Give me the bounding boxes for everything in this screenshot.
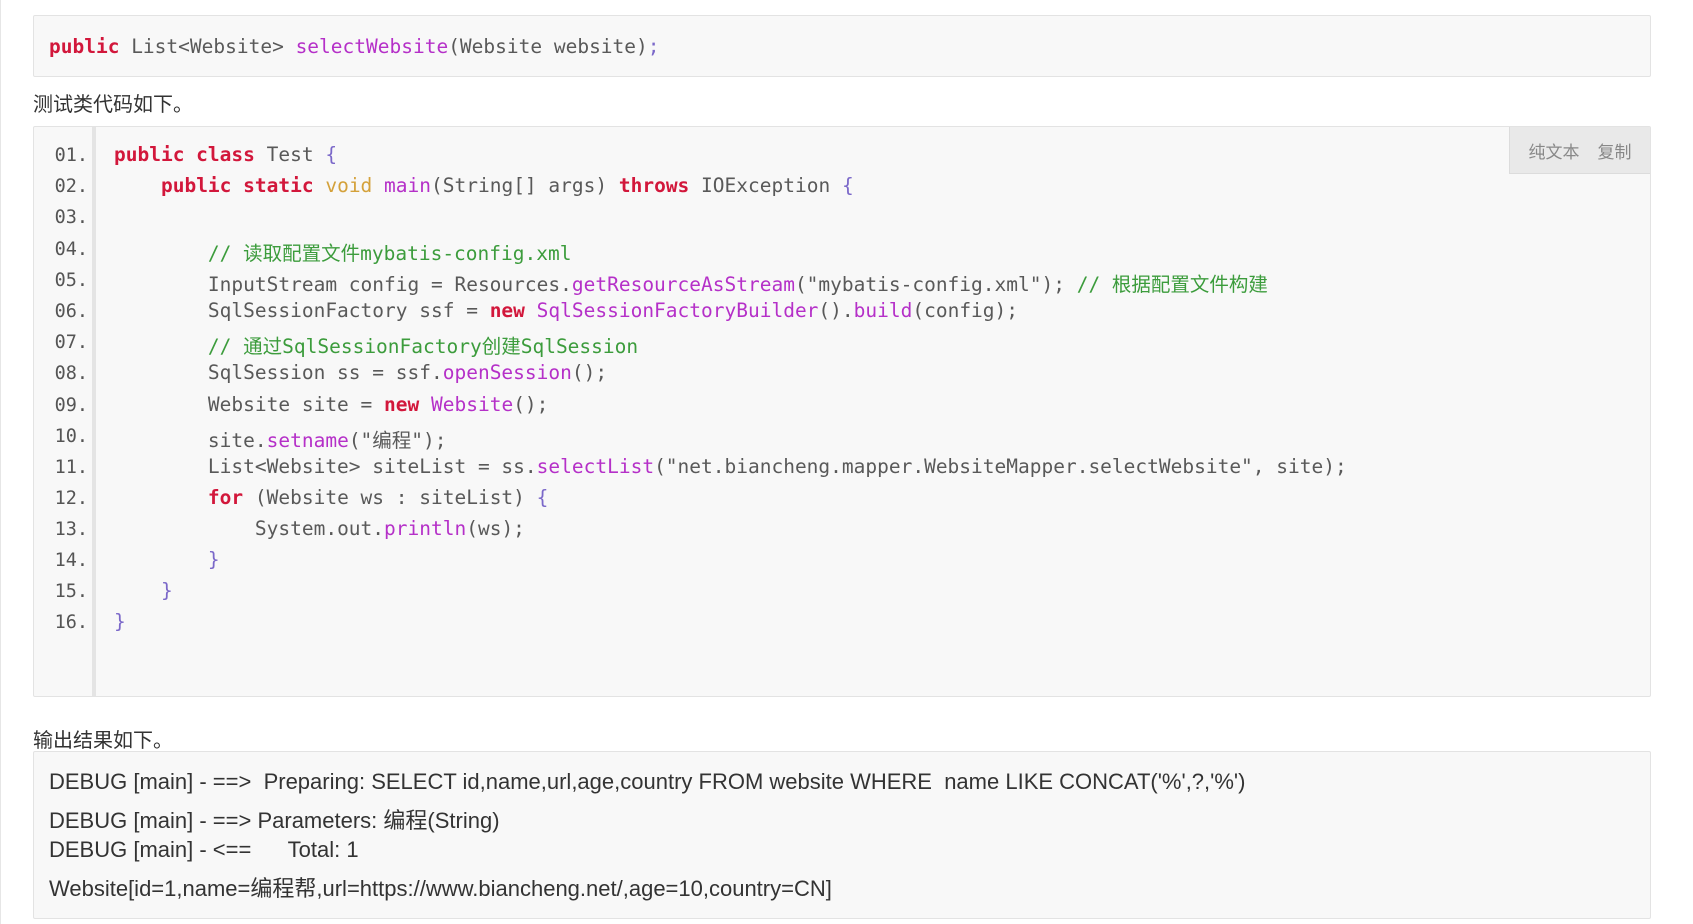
- line-number: 14.: [54, 550, 88, 571]
- line-number: 01.: [54, 145, 88, 166]
- test-class-code-block: 01. 02. 03. 04. 05. 06. 07. 08. 09. 10. …: [33, 126, 1651, 697]
- line-number: 06.: [54, 301, 88, 322]
- code-line: Website site = new Website();: [207, 393, 549, 416]
- line-number: 08.: [54, 363, 88, 384]
- line-number: 15.: [54, 581, 88, 602]
- left-divider: [0, 0, 1, 924]
- code-line: }: [207, 548, 220, 571]
- output-intro: 输出结果如下。: [33, 728, 173, 752]
- code-toolbar: 纯文本 复制: [1509, 127, 1650, 174]
- code-line: SqlSessionFactory ssf = new SqlSessionFa…: [207, 299, 1019, 322]
- code-line: public class Test {: [114, 143, 338, 166]
- output-line: DEBUG [main] - <== Total: 1: [49, 837, 359, 862]
- line-number: 07.: [54, 332, 88, 353]
- code-line: public static void main(String[] args) t…: [160, 174, 854, 197]
- article-page: public List<Website> selectWebsite(Websi…: [0, 0, 1693, 924]
- code-line: for (Website ws : siteList) {: [207, 486, 549, 509]
- code-line: System.out.println(ws);: [254, 517, 525, 540]
- output-line: DEBUG [main] - ==> Parameters: 编程(String…: [49, 808, 500, 833]
- code-line: }: [114, 610, 126, 633]
- code-line: InputStream config = Resources.getResour…: [207, 273, 1268, 296]
- test-class-intro: 测试类代码如下。: [33, 92, 193, 116]
- code-line: // 读取配置文件mybatis-config.xml: [207, 242, 572, 265]
- line-number: 12.: [54, 488, 88, 509]
- method-signature-code-block: public List<Website> selectWebsite(Websi…: [33, 15, 1651, 77]
- copy-button[interactable]: 复制: [1598, 138, 1632, 163]
- line-number: 05.: [54, 270, 88, 291]
- line-number-gutter: 01. 02. 03. 04. 05. 06. 07. 08. 09. 10. …: [34, 127, 96, 696]
- code-line: List<Website> siteList = ss.selectList("…: [207, 455, 1347, 478]
- line-number: 09.: [54, 395, 88, 416]
- line-number: 03.: [54, 207, 88, 228]
- line-number: 16.: [54, 612, 88, 633]
- line-number: 10.: [54, 426, 88, 447]
- signature-line: public List<Website> selectWebsite(Websi…: [49, 35, 660, 58]
- line-number: 04.: [54, 239, 88, 260]
- code-line: site.setname("编程");: [207, 429, 447, 452]
- line-number: 02.: [54, 176, 88, 197]
- output-line: DEBUG [main] - ==> Preparing: SELECT id,…: [49, 769, 1246, 794]
- line-number: 13.: [54, 519, 88, 540]
- line-number: 11.: [54, 457, 88, 478]
- plain-text-button[interactable]: 纯文本: [1529, 138, 1580, 163]
- code-line: }: [160, 579, 173, 602]
- code-line: // 通过SqlSessionFactory创建SqlSession: [207, 335, 639, 358]
- output-line: Website[id=1,name=编程帮,url=https://www.bi…: [49, 876, 832, 901]
- output-block: DEBUG [main] - ==> Preparing: SELECT id,…: [33, 751, 1651, 919]
- code-line: SqlSession ss = ssf.openSession();: [207, 361, 608, 384]
